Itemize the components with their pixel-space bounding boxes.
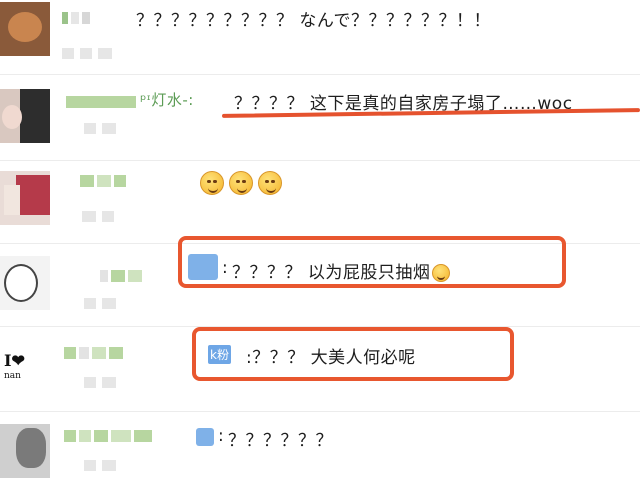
message-prefix: : (222, 258, 229, 278)
avatar[interactable]: I❤ nan (0, 339, 50, 393)
meta-blurred (84, 298, 122, 317)
chat-row: ᵖᶦ灯水-: ？？？？ 这下是真的自家房子塌了……woc (0, 75, 640, 161)
message-text: ？？？？？？？？？ なんで？？？？？？！！ (136, 11, 492, 31)
laughing-emoji-icon (258, 171, 282, 195)
meta-blurred (84, 123, 122, 142)
avatar[interactable] (0, 89, 50, 143)
avatar[interactable] (0, 171, 50, 225)
avatar[interactable] (0, 424, 50, 478)
meta-blurred (84, 460, 122, 479)
laughing-emoji-icon (432, 264, 451, 282)
avatar[interactable] (0, 2, 50, 56)
username-blurred (80, 175, 129, 187)
meta-blurred (84, 377, 122, 396)
message-text-content: ？？？？ 以为屁股只抽烟 (232, 263, 431, 283)
avatar-logo-subtext: nan (4, 371, 21, 381)
message-prefix: ᵖᶦ灯水-: (140, 91, 194, 109)
username-blurred (64, 430, 155, 442)
username-blurred (64, 347, 126, 359)
meta-blurred (62, 48, 118, 67)
laughing-emoji-icon (229, 171, 253, 195)
folder-icon (196, 428, 214, 446)
folder-icon (188, 254, 218, 280)
message-text: ？？？？？？ (228, 431, 333, 451)
username-blurred (100, 270, 145, 282)
meta-blurred (82, 211, 120, 230)
chat-row: : ？？？？ 以为屁股只抽烟 (0, 236, 640, 327)
username-tag: k粉 (208, 345, 231, 364)
laughing-emoji-icon (200, 171, 224, 195)
username-blurred (66, 96, 139, 108)
avatar-logo-text: I❤ (4, 351, 25, 370)
message-prefix: : (218, 426, 225, 446)
chat-row: I❤ nan k粉 :？？？ 大美人何必呢 (0, 327, 640, 412)
username-blurred (62, 12, 93, 24)
avatar[interactable] (0, 256, 50, 310)
message-text: :？？？ 大美人何必呢 (246, 348, 416, 368)
message-text: ？？？？ 以为屁股只抽烟 (232, 258, 451, 283)
chat-row: ？？？？？？？？？ なんで？？？？？？！！ (0, 0, 640, 75)
chat-row (0, 161, 640, 244)
chat-row: : ？？？？？？ (0, 412, 640, 483)
